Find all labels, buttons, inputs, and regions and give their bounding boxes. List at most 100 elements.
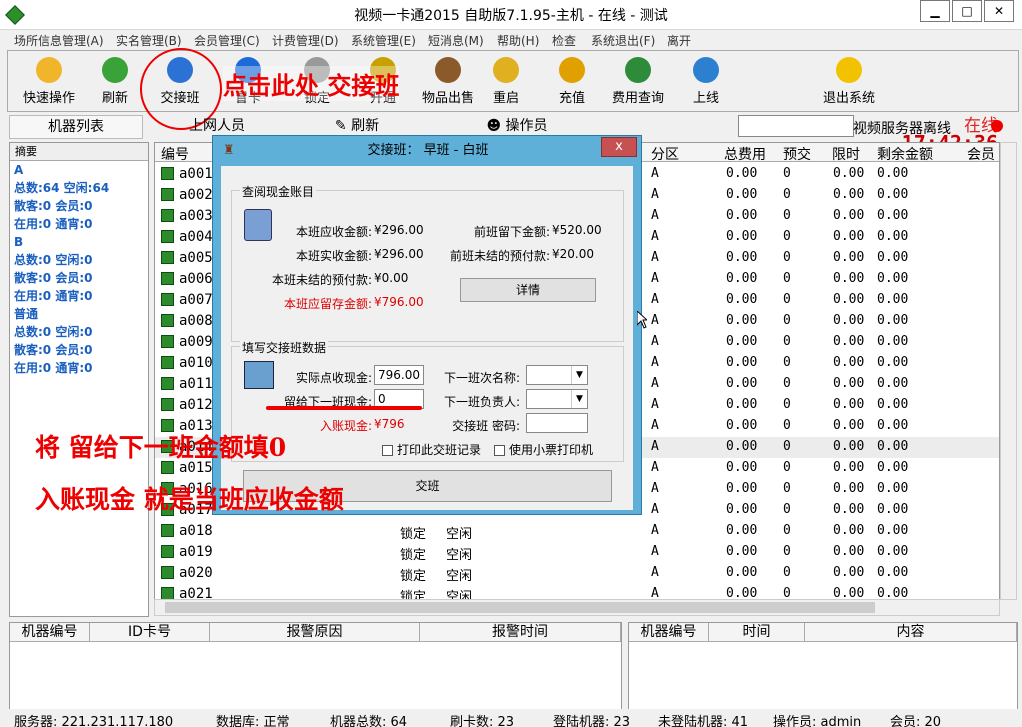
cell-zone: A	[651, 250, 659, 265]
cell-zone: A	[651, 313, 659, 328]
status-db: 数据库: 正常	[216, 715, 290, 727]
cell-fee: 0.00	[726, 502, 758, 517]
menu-exit[interactable]: 系统退出(F)	[591, 32, 655, 49]
cell-limit: 0.00	[833, 229, 865, 244]
unsettled-label: 本班未结的预付款:	[271, 273, 372, 287]
prev-unsettled-label: 前班未结的预付款:	[449, 249, 550, 263]
online-button[interactable]: 上线	[671, 57, 741, 106]
col-member[interactable]: 会员	[967, 144, 995, 164]
machine-id-cell: a012	[179, 397, 213, 413]
recharge-icon	[559, 57, 585, 83]
machine-id-cell: a006	[179, 271, 213, 287]
cell-rem: 0.00	[877, 250, 909, 265]
menu-messages[interactable]: 短消息(M)	[428, 32, 484, 49]
table-row[interactable]: a019 锁定 空闲 A 0.00 0 0.00 0.00	[155, 542, 999, 563]
fee-query-button[interactable]: 费用查询	[603, 57, 673, 106]
menu-site-info[interactable]: 场所信息管理(A)	[14, 32, 104, 49]
cell-state: 锁定	[400, 569, 427, 584]
quick-op-button[interactable]: 快速操作	[14, 57, 84, 106]
cell-zone: A	[651, 187, 659, 202]
col-total-fee[interactable]: 总费用	[724, 144, 766, 164]
use-receipt-checkbox[interactable]: 使用小票打印机	[494, 441, 593, 458]
prev-unsettled-value: ¥20.00	[552, 247, 594, 261]
cell-limit: 0.00	[833, 586, 865, 600]
machine-id-cell: a018	[179, 523, 213, 539]
checkbox-box[interactable]	[382, 445, 393, 456]
recharge-button[interactable]: 充值	[537, 57, 607, 106]
cell-pre: 0	[783, 418, 791, 433]
cell-fee: 0.00	[726, 208, 758, 223]
cell-rem: 0.00	[877, 439, 909, 454]
tab-machines[interactable]: 机器列表	[9, 115, 143, 139]
refresh-button[interactable]: 刷新	[80, 57, 150, 106]
cell-status: 空闲	[446, 527, 473, 542]
col-id[interactable]: 编号	[161, 144, 189, 164]
summary-line: 散客:0 会员:0	[14, 199, 93, 213]
cell-limit: 0.00	[833, 481, 865, 496]
dialog-close-button[interactable]: x	[601, 137, 637, 157]
minimize-button[interactable]: ▁	[920, 0, 950, 22]
machine-status-icon	[161, 314, 174, 327]
machine-status-icon	[161, 251, 174, 264]
counted-cash-input[interactable]: 796.00	[374, 365, 424, 385]
table-row[interactable]: a020 锁定 空闲 A 0.00 0 0.00 0.00	[155, 563, 999, 584]
col-time-limit[interactable]: 限时	[832, 144, 860, 164]
exit-system-button[interactable]: 退出系统	[814, 57, 884, 106]
cell-rem: 0.00	[877, 292, 909, 307]
next-shift-name-select[interactable]: ▼	[526, 365, 588, 385]
table-row[interactable]: a018 锁定 空闲 A 0.00 0 0.00 0.00	[155, 521, 999, 542]
menu-member[interactable]: 会员管理(C)	[194, 32, 260, 49]
menu-real-name[interactable]: 实名管理(B)	[116, 32, 182, 49]
machine-status-icon	[161, 377, 174, 390]
machine-status-icon	[161, 167, 174, 180]
cell-zone: A	[651, 208, 659, 223]
machine-id-cell: a001	[179, 166, 213, 182]
cell-pre: 0	[783, 439, 791, 454]
checkbox-box[interactable]	[494, 445, 505, 456]
menu-check[interactable]: 检查	[552, 32, 576, 49]
hscroll-thumb[interactable]	[165, 602, 875, 613]
summary-line: 散客:0 会员:0	[14, 343, 93, 357]
close-button[interactable]: ✕	[984, 0, 1014, 22]
retain-value: ¥796.00	[374, 295, 424, 309]
cell-rem: 0.00	[877, 481, 909, 496]
status-server: 服务器: 221.231.117.180	[14, 715, 174, 727]
menu-billing[interactable]: 计费管理(D)	[272, 32, 339, 49]
print-record-checkbox[interactable]: 打印此交班记录	[382, 441, 481, 458]
cell-limit: 0.00	[833, 355, 865, 370]
restart-button[interactable]: 重启	[471, 57, 541, 106]
summary-group-title: A	[14, 163, 24, 177]
status-cards: 刷卡数: 23	[450, 715, 515, 727]
machine-id-cell: a003	[179, 208, 213, 224]
menu-leave[interactable]: 离开	[667, 32, 691, 49]
next-person-select[interactable]: ▼	[526, 389, 588, 409]
col-zone[interactable]: 分区	[651, 144, 679, 164]
alarm-col-card: ID卡号	[90, 623, 210, 642]
menu-system[interactable]: 系统管理(E)	[351, 32, 416, 49]
grid-hscroll[interactable]	[154, 599, 1000, 616]
cell-fee: 0.00	[726, 586, 758, 600]
password-input[interactable]	[526, 413, 588, 433]
menu-help[interactable]: 帮助(H)	[497, 32, 539, 49]
counted-label: 实际点收现金:	[295, 371, 372, 385]
details-button[interactable]: 详情	[460, 278, 596, 302]
cell-pre: 0	[783, 334, 791, 349]
cell-zone: A	[651, 229, 659, 244]
deposit-value: ¥796	[374, 417, 405, 431]
fill-data-legend: 填写交接班数据	[240, 339, 329, 356]
prev-left-value: ¥520.00	[552, 223, 602, 237]
summary-line: 在用:0 通宵:0	[14, 361, 93, 375]
grid-vscroll[interactable]	[1000, 142, 1017, 600]
alarm-col-reason: 报警原因	[210, 623, 420, 642]
cell-pre: 0	[783, 502, 791, 517]
col-prepaid[interactable]: 预交	[783, 144, 811, 164]
cell-pre: 0	[783, 355, 791, 370]
summary-group-title: 普通	[14, 307, 39, 321]
machine-id-cell: a002	[179, 187, 213, 203]
cell-limit: 0.00	[833, 250, 865, 265]
fill-data-group: 填写交接班数据 实际点收现金: 796.00 下一班次名称: ▼ 留给下一班现金…	[231, 339, 624, 462]
maximize-button[interactable]: □	[952, 0, 982, 22]
unsettled-value: ¥0.00	[374, 271, 409, 285]
table-row[interactable]: a021 锁定 空闲 A 0.00 0 0.00 0.00	[155, 584, 999, 600]
col-remaining[interactable]: 剩余金额	[877, 144, 933, 164]
